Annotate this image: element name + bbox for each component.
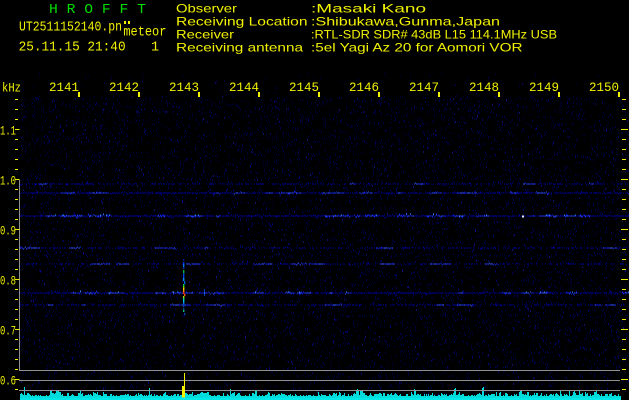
svg-text:1.0: 1.0: [0, 174, 16, 189]
svg-text:0.7: 0.7: [0, 324, 16, 339]
svg-text:25.11.15 21:40: 25.11.15 21:40: [19, 41, 126, 56]
svg-text:Receiving antenna: Receiving antenna: [176, 41, 303, 55]
svg-text:Receiver: Receiver: [176, 28, 234, 42]
svg-text:2145: 2145: [289, 80, 319, 95]
svg-text::5el Yagi Az 20 for Aomori VOR: :5el Yagi Az 20 for Aomori VOR: [311, 41, 523, 55]
svg-text:2144: 2144: [229, 80, 259, 95]
svg-text:2141: 2141: [49, 80, 79, 95]
svg-text:Observer: Observer: [176, 2, 237, 16]
svg-text:2146: 2146: [349, 80, 379, 95]
svg-text:0.6: 0.6: [0, 374, 16, 389]
svg-text:1: 1: [151, 41, 159, 56]
svg-text::RTL-SDR SDR# 43dB L15 114.1MH: :RTL-SDR SDR# 43dB L15 114.1MHz USB: [311, 28, 557, 42]
svg-text:meteor: meteor: [123, 26, 166, 41]
svg-text:2143: 2143: [169, 80, 199, 95]
svg-text:1.1: 1.1: [0, 124, 16, 139]
svg-text:UT2511152140.pn: UT2511152140.pn: [19, 21, 122, 36]
svg-text:0.9: 0.9: [0, 224, 16, 239]
svg-text:Receiving Location: Receiving Location: [176, 15, 308, 29]
svg-text:2142: 2142: [109, 80, 139, 95]
svg-text:2150: 2150: [589, 80, 619, 95]
svg-text:2148: 2148: [469, 80, 499, 95]
svg-text::Masaki Kano: :Masaki Kano: [311, 2, 427, 16]
svg-text:H R O F F T: H R O F F T: [49, 2, 146, 18]
svg-text:2147: 2147: [409, 80, 439, 95]
svg-text:2149: 2149: [529, 80, 559, 95]
svg-text:kHz: kHz: [2, 82, 21, 96]
svg-text::Shibukawa,Gunma,Japan: :Shibukawa,Gunma,Japan: [311, 15, 500, 29]
svg-text:0.8: 0.8: [0, 274, 16, 289]
